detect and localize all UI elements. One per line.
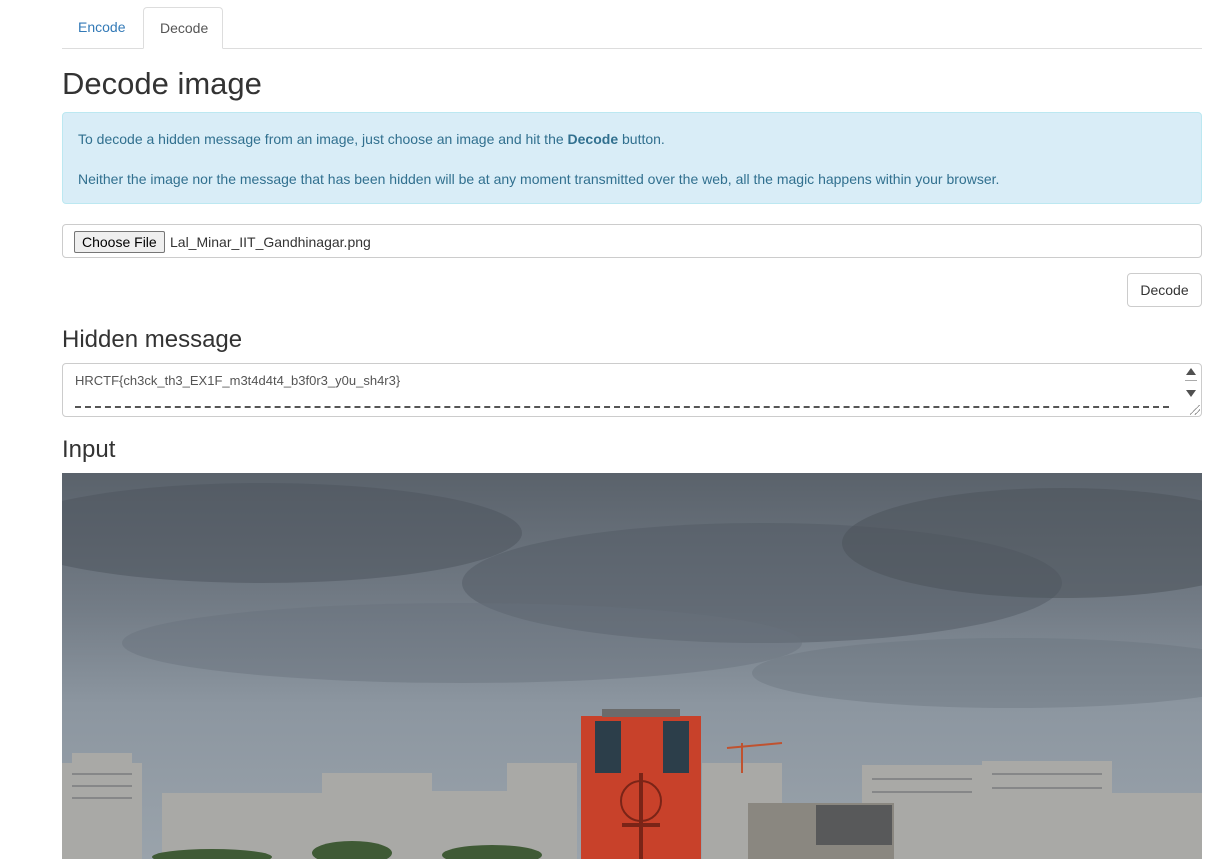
tower (581, 709, 701, 859)
hidden-message-text: HRCTF{ch3ck_th3_EX1F_m3t4d4t4_b3f0r3_y0u… (75, 373, 401, 388)
resize-grip-icon[interactable] (1190, 405, 1200, 415)
hidden-message-heading: Hidden message (62, 326, 243, 353)
info-line-1-end: button. (618, 131, 665, 147)
file-name: Lal_Minar_IIT_Gandhinagar.png (170, 234, 371, 250)
scroll-down-icon[interactable] (1186, 390, 1196, 397)
info-line-2: Neither the image nor the message that h… (78, 171, 1000, 187)
tab-decode[interactable]: Decode (143, 7, 223, 49)
dashed-line (75, 406, 1169, 408)
hidden-message-textarea[interactable]: HRCTF{ch3ck_th3_EX1F_m3t4d4t4_b3f0r3_y0u… (62, 363, 1202, 417)
file-input[interactable]: Choose File Lal_Minar_IIT_Gandhinagar.pn… (62, 224, 1202, 258)
input-image (62, 473, 1202, 859)
input-heading: Input (62, 436, 116, 463)
choose-file-button[interactable]: Choose File (74, 231, 165, 253)
decode-button[interactable]: Decode (1127, 273, 1202, 307)
info-alert: To decode a hidden message from an image… (62, 112, 1202, 204)
scroll-track (1185, 380, 1197, 387)
page-title: Decode image (62, 66, 262, 101)
info-line-1-text: To decode a hidden message from an image… (78, 131, 568, 147)
cityscape-photo (62, 473, 1202, 859)
tab-encode[interactable]: Encode (62, 7, 141, 48)
scroll-up-icon[interactable] (1186, 368, 1196, 375)
info-line-1: To decode a hidden message from an image… (78, 131, 665, 147)
tab-bar: Encode Decode (62, 7, 1202, 49)
info-line-1-bold: Decode (567, 131, 619, 147)
